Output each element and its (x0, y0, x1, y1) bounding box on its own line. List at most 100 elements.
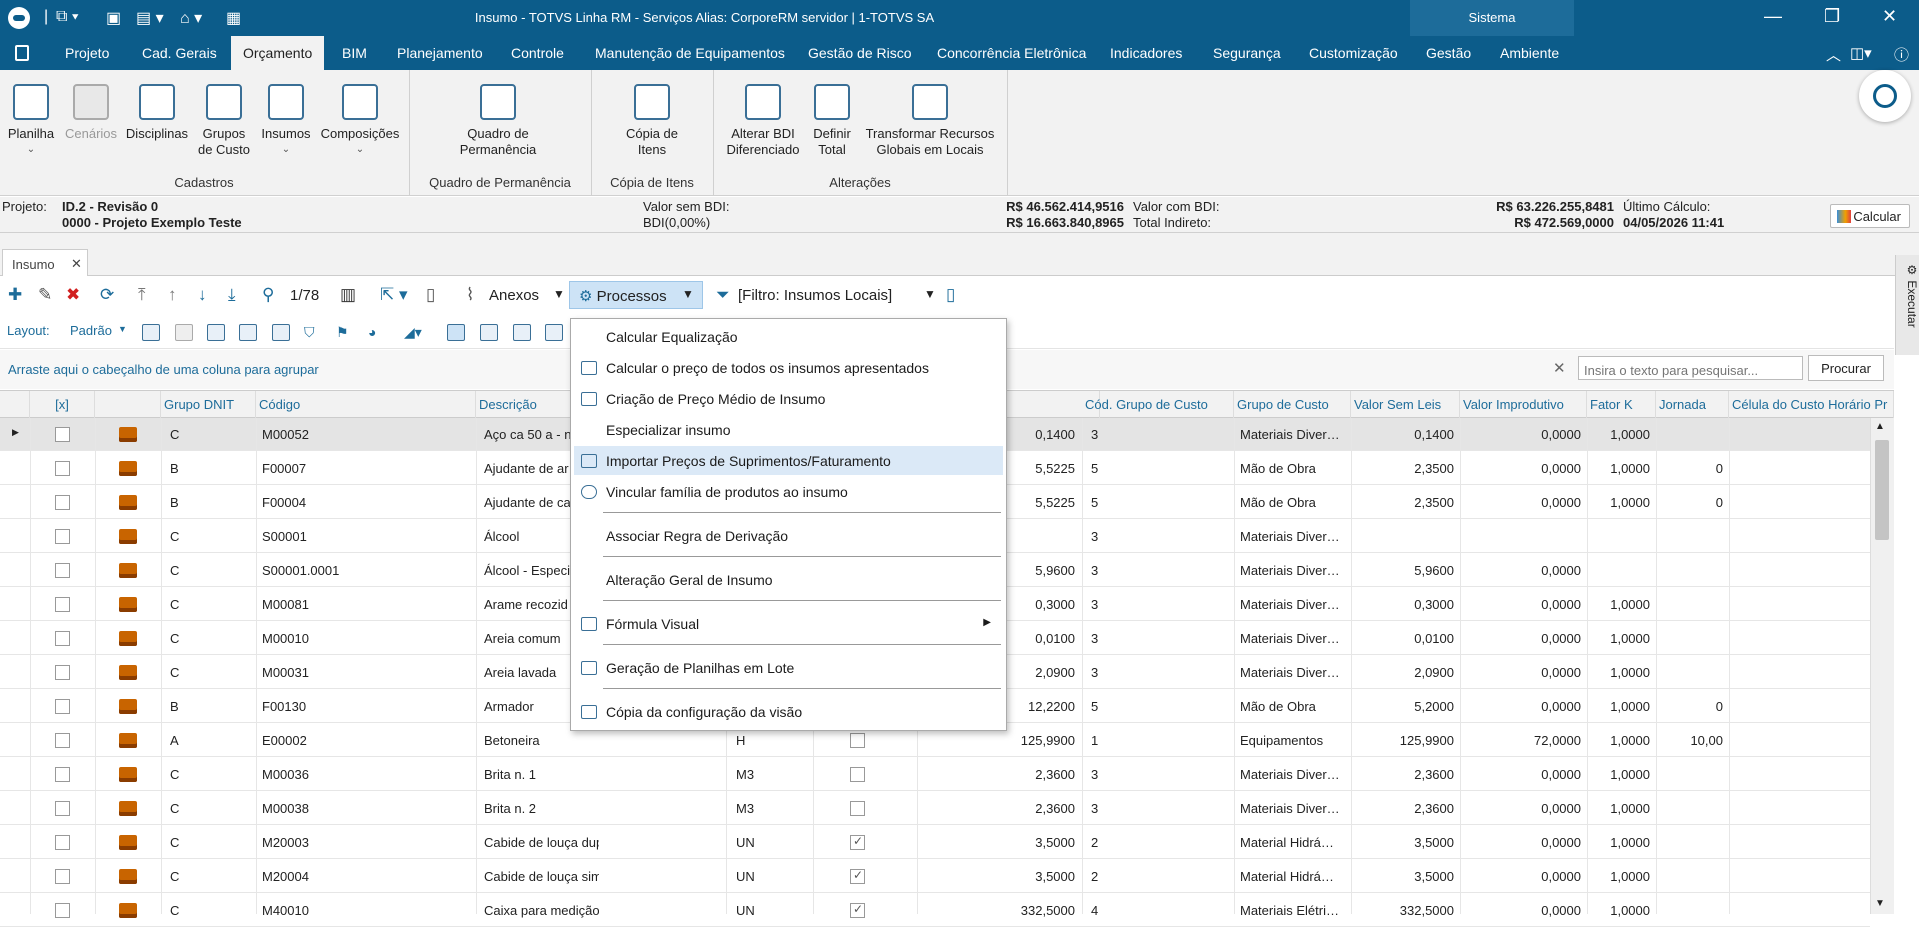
save-layout-icon[interactable] (207, 324, 225, 341)
row-checkbox[interactable] (55, 903, 70, 918)
add-layout-icon[interactable] (142, 324, 160, 341)
columns-icon[interactable]: ▥ (340, 285, 356, 305)
close-icon[interactable]: ✕ (1882, 6, 1897, 27)
tab-seguranca[interactable]: Segurança (1213, 45, 1281, 61)
tab-gestao-risco[interactable]: Gestão de Risco (808, 45, 912, 61)
layout-icon[interactable]: ◫▾ (1850, 44, 1872, 62)
tab-concorrencia[interactable]: Concorrência Eletrônica (937, 45, 1086, 61)
restore-icon[interactable]: ❐ (1824, 6, 1840, 27)
col-codigo[interactable]: Código (256, 391, 476, 418)
paperclip-icon[interactable]: ⌇ (466, 285, 474, 305)
export-icon[interactable]: ⇱ ▾ (380, 285, 408, 305)
report-icon[interactable]: ▯ (426, 285, 435, 305)
alterar-bdi-button[interactable]: Alterar BDI Diferenciado (722, 84, 804, 158)
table-row[interactable]: C M00038 Brita n. 2 M3 2,3600 3 Materiais Dive… (0, 792, 1870, 825)
search-input[interactable] (1578, 356, 1803, 380)
col-celula-custo[interactable]: Célula do Custo Horário Pr (1729, 391, 1894, 418)
book-icon[interactable]: ▯ (946, 285, 955, 305)
tab-projeto[interactable]: Projeto (65, 45, 109, 61)
row-checkbox[interactable] (55, 631, 70, 646)
row-checkbox[interactable] (55, 427, 70, 442)
menu-associar-regra[interactable]: Associar Regra de Derivação (574, 521, 1003, 550)
cell-checkbox[interactable] (850, 902, 865, 918)
tab-ambiente[interactable]: Ambiente (1500, 45, 1559, 61)
view-mode-1-icon[interactable] (447, 324, 465, 341)
layout-dropdown-icon[interactable]: ▼ (118, 324, 127, 334)
chat-assistant-button[interactable] (1859, 70, 1911, 122)
view-mode-2-icon[interactable] (480, 324, 498, 341)
cell-checkbox[interactable] (850, 868, 865, 884)
processos-dropdown-icon[interactable]: ▼ (682, 287, 694, 301)
row-checkbox[interactable] (55, 461, 70, 476)
minimize-icon[interactable]: — (1764, 6, 1782, 27)
view-mode-3-icon[interactable] (513, 324, 531, 341)
anexos-button[interactable]: Anexos (489, 287, 539, 304)
menu-geracao-planilhas[interactable]: Geração de Planilhas em Lote (574, 653, 1003, 682)
last-record-icon[interactable]: ⤓ (228, 285, 236, 305)
col-jornada[interactable]: Jornada (1656, 391, 1729, 418)
col-fator-k[interactable]: Fator K (1587, 391, 1656, 418)
tab-cad-gerais[interactable]: Cad. Gerais (142, 45, 217, 61)
first-record-icon[interactable]: ⤒ (138, 285, 146, 305)
tab-gestao[interactable]: Gestão (1426, 45, 1471, 61)
copia-itens-button[interactable]: Cópia de Itens (610, 84, 694, 158)
tab-insumo[interactable]: Insumo ✕ (2, 249, 88, 276)
row-checkbox[interactable] (55, 869, 70, 884)
processos-button[interactable]: ⚙ Processos ▼ (569, 281, 703, 309)
filter-label[interactable]: [Filtro: Insumos Locais] (738, 287, 892, 304)
sistema-button[interactable]: Sistema (1410, 0, 1574, 36)
tab-orcamento[interactable]: Orçamento (231, 36, 325, 70)
tab-manutencao[interactable]: Manutenção de Equipamentos (595, 45, 785, 61)
export-layout-icon[interactable] (272, 324, 290, 341)
collapse-ribbon-icon[interactable]: ︿ (1826, 44, 1841, 65)
col-grupo-custo[interactable]: Grupo de Custo (1234, 391, 1351, 418)
quadro-permanencia-button[interactable]: Quadro de Permanência (440, 84, 556, 158)
tab-customizacao[interactable]: Customização (1309, 45, 1398, 61)
add-icon[interactable]: ✚ (8, 285, 22, 305)
filter-icon[interactable]: ⏷ (716, 285, 730, 305)
help-icon[interactable]: ⓘ (1894, 44, 1909, 65)
edit-icon[interactable]: ✎ (38, 285, 52, 305)
clear-search-icon[interactable]: ✕ (1553, 359, 1566, 377)
menu-formula-visual[interactable]: Fórmula Visual ▶ (574, 609, 1003, 638)
anexos-dropdown-icon[interactable]: ▼ (553, 287, 565, 301)
view-mode-4-icon[interactable] (545, 324, 563, 341)
next-record-icon[interactable]: ↓ (198, 285, 207, 305)
table-row[interactable]: C M00036 Brita n. 1 M3 2,3600 3 Materiais Dive… (0, 758, 1870, 791)
row-checkbox[interactable] (55, 801, 70, 816)
definir-total-button[interactable]: Definir Total (806, 84, 858, 158)
scroll-thumb[interactable] (1875, 440, 1889, 540)
row-checkbox[interactable] (55, 665, 70, 680)
cell-checkbox[interactable] (850, 767, 865, 782)
grupos-custo-button[interactable]: Grupos de Custo (192, 84, 256, 158)
transformar-recursos-button[interactable]: Transformar Recursos Globais em Locais (862, 84, 998, 158)
row-checkbox[interactable] (55, 699, 70, 714)
row-checkbox[interactable] (55, 563, 70, 578)
col-valor-improdutivo[interactable]: Valor Improdutivo (1460, 391, 1587, 418)
tab-planejamento[interactable]: Planejamento (397, 45, 483, 61)
calcular-button[interactable]: Calcular (1830, 204, 1910, 228)
previous-record-icon[interactable]: ↑ (168, 285, 177, 305)
cell-checkbox[interactable] (850, 733, 865, 748)
paint-icon[interactable]: ⛉ (304, 324, 322, 341)
refresh-icon[interactable]: ⟳ (100, 285, 114, 305)
row-checkbox[interactable] (55, 767, 70, 782)
scroll-down-icon[interactable]: ▼ (1875, 898, 1885, 909)
menu-vincular-familia[interactable]: Vincular família de produtos ao insumo (574, 477, 1003, 506)
col-cod-grupo-custo[interactable]: Cód. Grupo de Custo (1082, 391, 1234, 418)
filter-dropdown-icon[interactable]: ▼ (924, 287, 936, 301)
palette-icon[interactable]: ◕ (368, 324, 386, 341)
row-checkbox[interactable] (55, 597, 70, 612)
search-icon[interactable]: ⚲ (262, 285, 274, 305)
cell-checkbox[interactable] (850, 801, 865, 816)
pin-icon[interactable]: ⚑ (336, 324, 354, 341)
vertical-scrollbar[interactable]: ▲ ▼ (1870, 418, 1894, 914)
menu-preco-medio[interactable]: Criação de Preço Médio de Insumo (574, 384, 1003, 413)
chart-icon[interactable]: ◢▾ (404, 324, 434, 341)
layout-select[interactable]: Padrão (70, 323, 112, 338)
table-row[interactable]: C M20003 Cabide de louça duplo UN 3,5000 2 Mat… (0, 826, 1870, 859)
row-checkbox[interactable] (55, 835, 70, 850)
tab-bim[interactable]: BIM (342, 45, 367, 61)
procurar-button[interactable]: Procurar (1808, 355, 1884, 381)
planilha-button[interactable]: Planilha ⌄ (6, 84, 56, 158)
